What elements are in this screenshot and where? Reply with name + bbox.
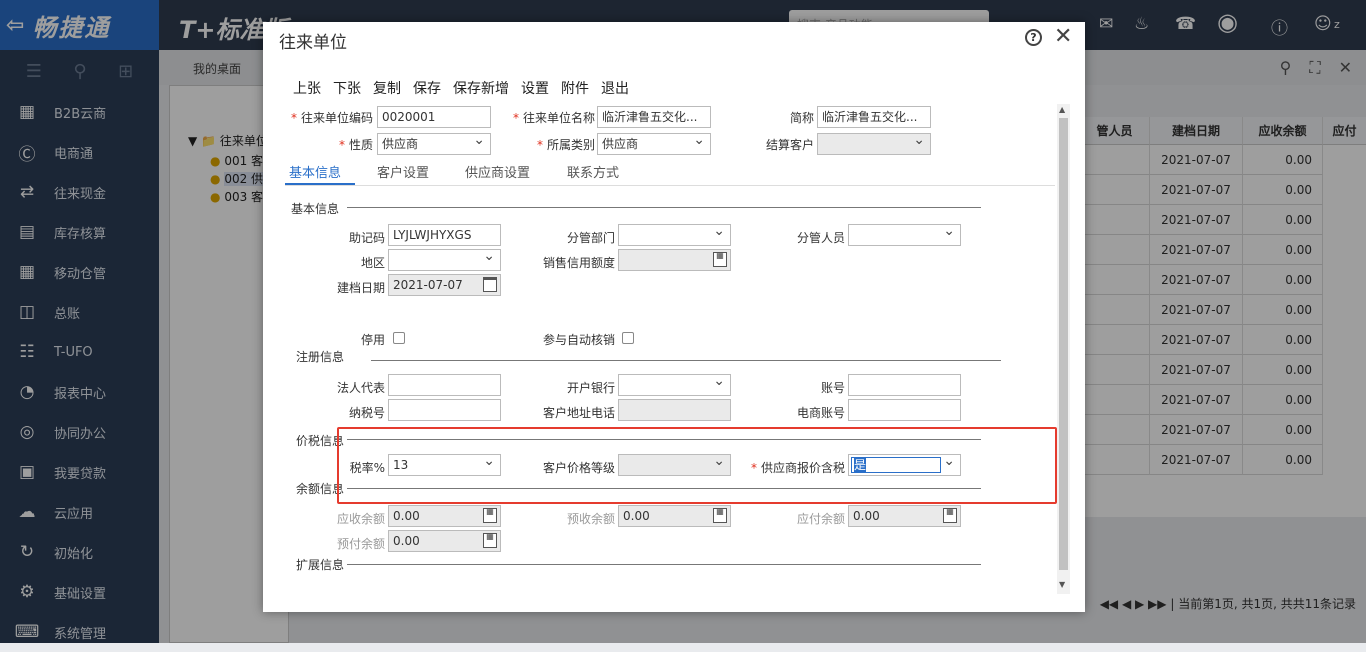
nature-label: * 性质 — [338, 138, 373, 152]
toolbar-button[interactable]: 附件 — [561, 78, 589, 98]
disable-label: 停用 — [360, 333, 385, 347]
staff-label: 分管人员 — [796, 231, 845, 245]
section-basic: 基本信息 — [291, 202, 340, 216]
address-phone-field[interactable] — [618, 399, 731, 421]
created-date-label: 建档日期 — [336, 281, 385, 295]
payable-field[interactable]: 0.00 ▦ — [848, 505, 961, 527]
prepay-field[interactable]: 0.00 ▦ — [388, 530, 501, 552]
calculator-icon[interactable]: ▦ — [713, 508, 727, 523]
toolbar-button[interactable]: 保存 — [413, 78, 441, 98]
section-rule — [347, 207, 981, 208]
bank-label: 开户银行 — [566, 381, 615, 395]
toolbar-button[interactable]: 复制 — [373, 78, 401, 98]
tax-number-field[interactable] — [388, 399, 501, 421]
short-name-label: 简称 — [789, 111, 814, 125]
auto-writeoff-checkbox[interactable] — [622, 332, 634, 344]
credit-field[interactable]: ▦ — [618, 249, 731, 271]
toolbar-button[interactable]: 设置 — [521, 78, 549, 98]
tab-supplier-settings[interactable]: 供应商设置 — [465, 162, 530, 181]
category-label: * 所属类别 — [536, 138, 595, 152]
receivable-field[interactable]: 0.00 ▦ — [388, 505, 501, 527]
section-register: 注册信息 — [296, 350, 345, 364]
tab-contact[interactable]: 联系方式 — [567, 162, 619, 181]
dept-select[interactable] — [618, 221, 731, 246]
tab-divider — [285, 185, 1055, 186]
auto-writeoff-label: 参与自动核销 — [542, 333, 615, 347]
staff-select[interactable] — [848, 221, 961, 246]
code-field[interactable]: 0020001 — [377, 106, 491, 128]
calculator-icon[interactable]: ▦ — [483, 508, 497, 523]
name-label: * 往来单位名称 — [512, 111, 595, 125]
legal-rep-label: 法人代表 — [336, 381, 385, 395]
section-rule — [371, 360, 1001, 361]
ecom-account-label: 电商账号 — [796, 406, 845, 420]
receivable-label: 应收余额 — [336, 512, 385, 526]
dept-label: 分管部门 — [566, 231, 615, 245]
created-date-field[interactable]: 2021-07-07 — [388, 274, 501, 296]
mnemonic-label: 助记码 — [348, 231, 385, 245]
toolbar-button[interactable]: 退出 — [601, 78, 629, 98]
mnemonic-field[interactable]: LYJLWJHYXGS — [388, 224, 501, 246]
help-icon[interactable]: ? — [1025, 29, 1042, 46]
dialog-toolbar: 上张 下张 复制 保存 保存新增 设置 附件 退出 — [293, 78, 629, 98]
region-label: 地区 — [360, 256, 385, 270]
category-select[interactable]: 供应商 — [597, 130, 711, 155]
calendar-icon[interactable] — [483, 277, 497, 292]
prereceive-label: 预收余额 — [566, 512, 615, 526]
settle-customer-select[interactable] — [817, 130, 931, 155]
scrollbar[interactable]: ▲ ▼ — [1057, 104, 1070, 594]
short-name-field[interactable]: 临沂津鲁五交化... — [817, 106, 931, 128]
prereceive-field[interactable]: 0.00 ▦ — [618, 505, 731, 527]
calculator-icon[interactable]: ▦ — [483, 533, 497, 548]
customer-dialog: 往来单位 ? ✕ 上张 下张 复制 保存 保存新增 设置 附件 退出 * 往来单位编码 0020… — [263, 22, 1085, 612]
account-label: 账号 — [820, 381, 845, 395]
prepay-label: 预付余额 — [336, 537, 385, 551]
code-label: * 往来单位编码 — [290, 111, 373, 125]
account-field[interactable] — [848, 374, 961, 396]
section-extend: 扩展信息 — [296, 558, 345, 572]
credit-label: 销售信用额度 — [542, 256, 615, 270]
dialog-content: * 往来单位编码 0020001 * 往来单位名称 临沂津鲁五交化... 简称 临沂… — [263, 104, 1085, 612]
settle-customer-label: 结算客户 — [765, 138, 814, 152]
nature-select[interactable]: 供应商 — [377, 130, 491, 155]
address-phone-label: 客户地址电话 — [542, 406, 615, 420]
close-icon[interactable]: ✕ — [1054, 24, 1072, 49]
toolbar-button[interactable]: 下张 — [333, 78, 361, 98]
calculator-icon[interactable]: ▦ — [943, 508, 957, 523]
name-field[interactable]: 临沂津鲁五交化... — [597, 106, 711, 128]
legal-rep-field[interactable] — [388, 374, 501, 396]
payable-label: 应付余额 — [796, 512, 845, 526]
bank-select[interactable] — [618, 371, 731, 396]
ecom-account-field[interactable] — [848, 399, 961, 421]
calculator-icon[interactable]: ▦ — [713, 252, 727, 267]
tab-customer-settings[interactable]: 客户设置 — [377, 162, 429, 181]
section-rule — [347, 564, 981, 565]
dialog-title: 往来单位 — [279, 33, 347, 53]
region-select[interactable] — [388, 246, 501, 271]
highlight-box — [337, 427, 1057, 504]
toolbar-button[interactable]: 上张 — [293, 78, 321, 98]
tax-number-label: 纳税号 — [348, 406, 385, 420]
toolbar-button[interactable]: 保存新增 — [453, 78, 509, 98]
disable-checkbox[interactable] — [393, 332, 405, 344]
tab-basic-info[interactable]: 基本信息 — [289, 162, 341, 181]
